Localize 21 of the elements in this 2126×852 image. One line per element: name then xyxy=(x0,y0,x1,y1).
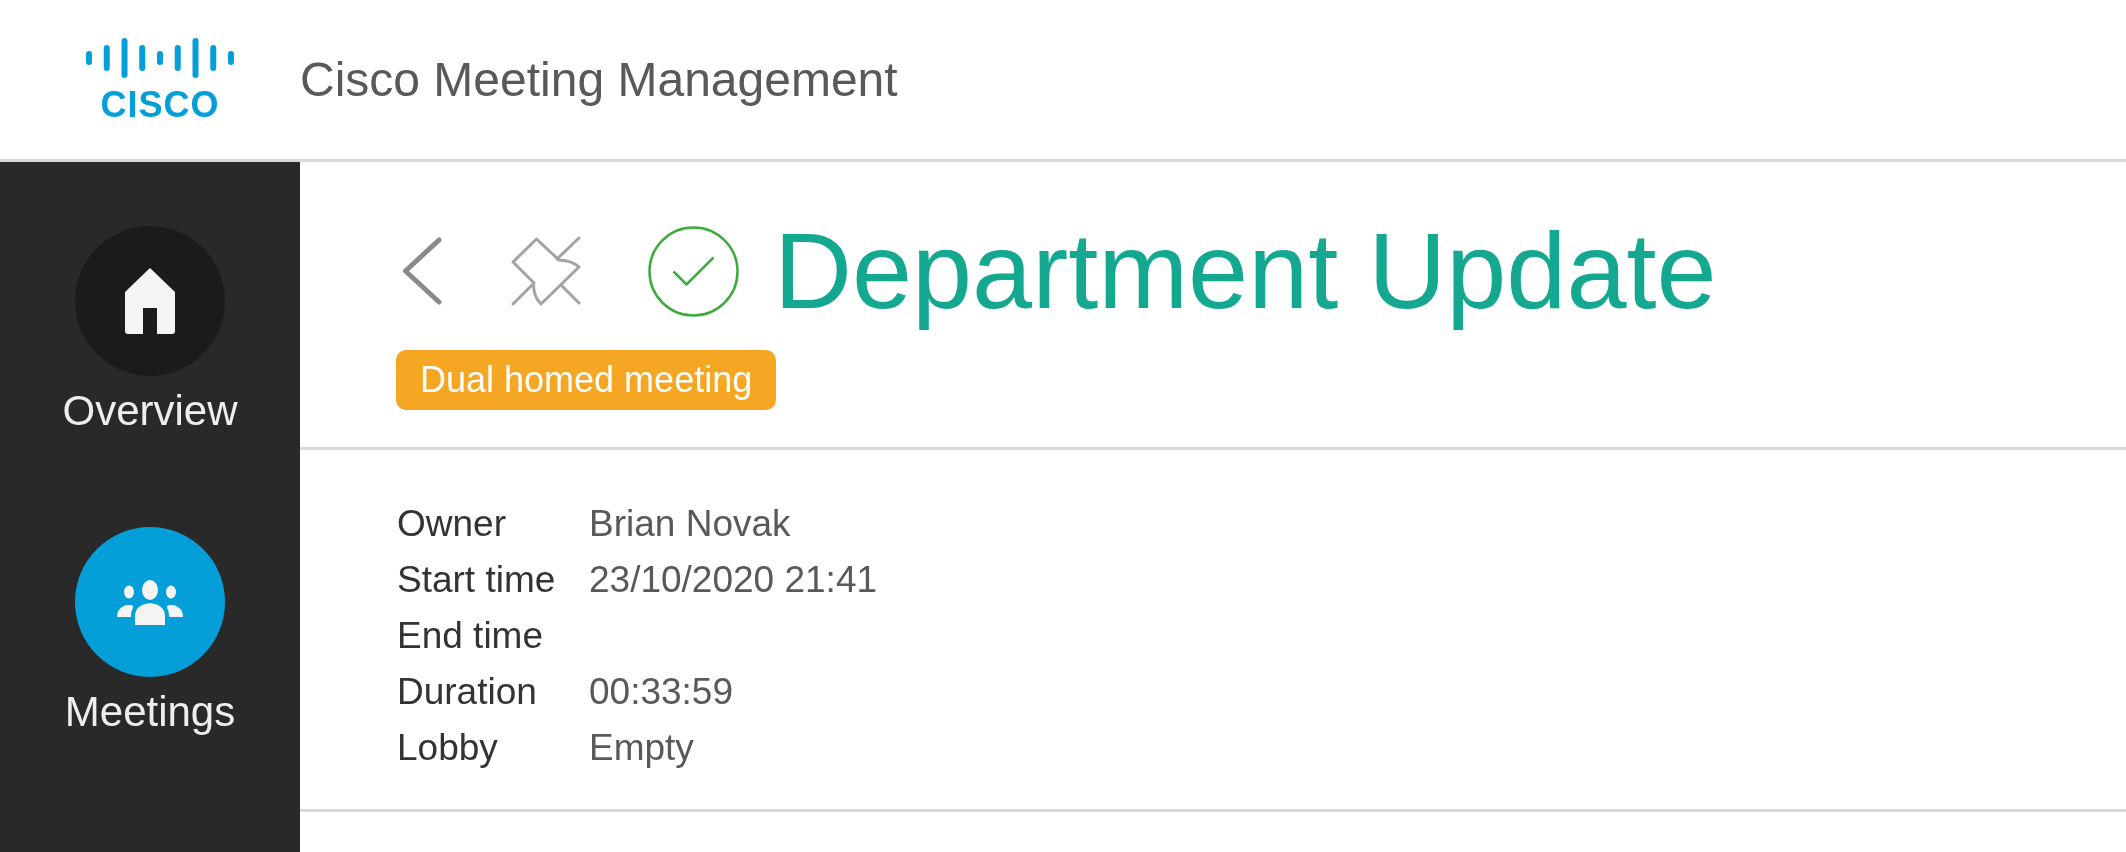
pin-button[interactable] xyxy=(511,236,581,306)
detail-value: Brian Novak xyxy=(589,502,792,546)
detail-label: Start time xyxy=(397,558,557,602)
detail-label: Owner xyxy=(397,502,507,546)
chevron-left-icon xyxy=(402,237,442,305)
detail-label: Lobby xyxy=(397,726,499,770)
sidebar-item[interactable]: Overview xyxy=(62,226,238,435)
sidebar-item[interactable]: Meetings xyxy=(64,527,236,736)
detail-label: Duration xyxy=(397,670,538,714)
logo-text: CISCO xyxy=(100,86,220,123)
crossed-pin-icon xyxy=(511,236,581,306)
detail-value: 00:33:59 xyxy=(589,670,735,714)
meeting-title: Department Update xyxy=(774,209,1717,333)
detail-value: Empty xyxy=(589,726,695,770)
detail-value: 23/10/2020 21:41 xyxy=(589,558,878,602)
meeting-tag: Dual homed meeting xyxy=(396,350,777,410)
detail-label: End time xyxy=(397,614,544,658)
check-circle-icon xyxy=(648,225,739,317)
back-button[interactable] xyxy=(402,237,442,305)
logo-bars-icon xyxy=(86,36,234,79)
app-title: Cisco Meeting Management xyxy=(300,51,898,108)
